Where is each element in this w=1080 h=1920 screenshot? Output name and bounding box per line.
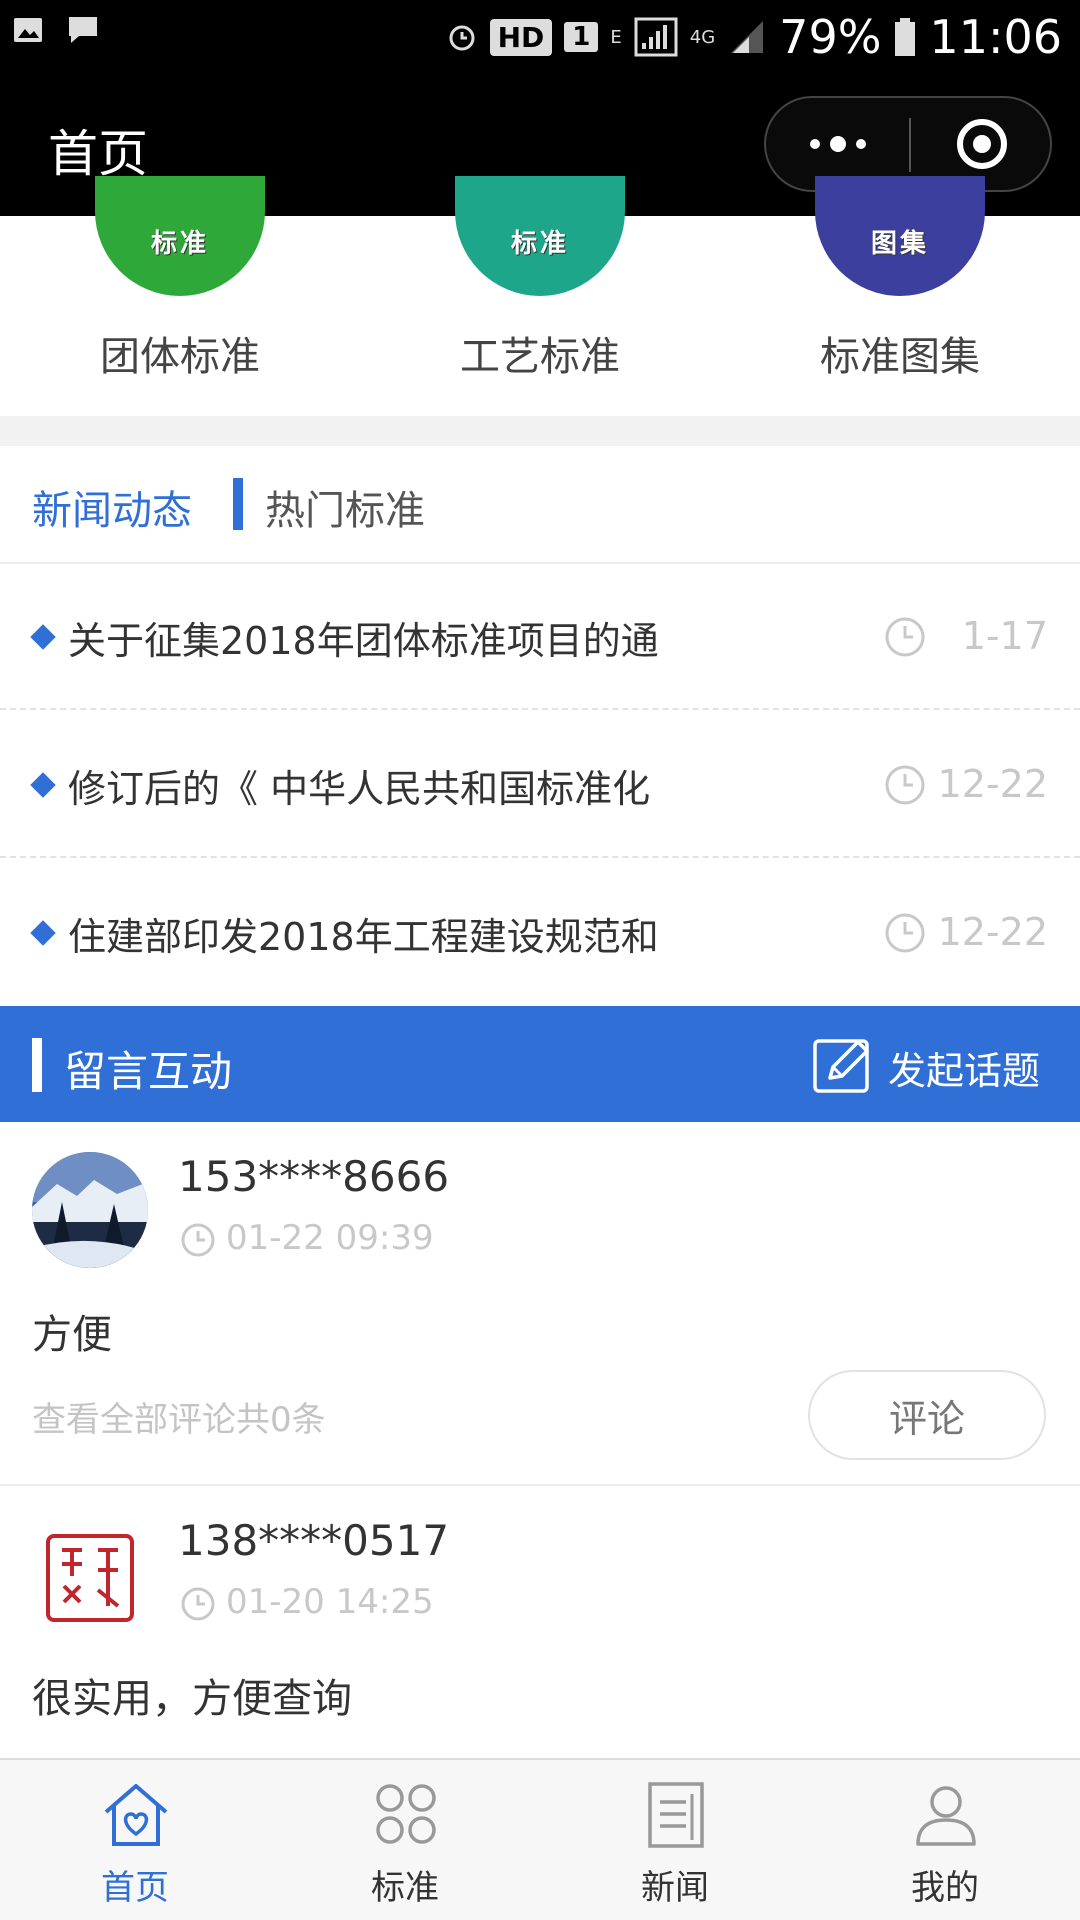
category-label: 工艺标准 <box>460 334 620 380</box>
gallery-icon <box>14 18 42 42</box>
comment-card: 138****0517 01-20 14:25 很实用，方便查询 <box>0 1486 1080 1758</box>
tab-news[interactable]: 新闻动态 <box>32 478 192 536</box>
tab-label: 我的 <box>911 1868 979 1908</box>
message-section-header: 留言互动 发起话题 <box>0 1006 1080 1122</box>
category-icon-text: 标准 <box>510 229 569 259</box>
view-all-comments-link[interactable]: 查看全部评论共0条 <box>32 1392 326 1441</box>
start-topic-label: 发起话题 <box>888 1049 1041 1093</box>
category-icon: 标准 <box>455 176 625 296</box>
more-dots-icon <box>809 136 866 152</box>
message-icon <box>69 17 97 43</box>
alarm-icon <box>449 25 475 51</box>
category-icon-text: 标准 <box>150 229 209 259</box>
network-type-2: 4G <box>689 26 716 48</box>
landscape-avatar-image <box>32 1152 148 1268</box>
hd-badge: HD <box>489 18 553 56</box>
comment-text: 方便 <box>32 1312 112 1358</box>
news-date: 1-17 <box>961 614 1048 658</box>
bullet-icon <box>30 772 56 798</box>
signal-icon-2 <box>731 21 764 53</box>
category-icon: 图集 <box>815 176 985 296</box>
home-icon <box>104 1784 168 1846</box>
news-item[interactable]: 修订后的《 中华人民共和国标准化 12-22 <box>0 712 1080 858</box>
section-accent-bar <box>32 1038 42 1092</box>
comment-button[interactable]: 评论 <box>808 1370 1046 1460</box>
section-title: 留言互动 <box>64 1047 233 1096</box>
tab-standards[interactable]: 标准 <box>270 1760 540 1920</box>
clock-icon <box>181 1587 215 1621</box>
category-label: 团体标准 <box>100 334 260 380</box>
document-icon <box>648 1782 704 1848</box>
news-title: 关于征集2018年团体标准项目的通 <box>68 619 659 663</box>
news-item[interactable]: 关于征集2018年团体标准项目的通 1-17 <box>0 564 1080 710</box>
user-icon <box>916 1786 976 1846</box>
category-process-standard[interactable]: 标准 工艺标准 <box>410 176 670 416</box>
category-icon: 标准 <box>95 176 265 296</box>
comment-card: 153****8666 01-22 09:39 方便 查看全部评论共0条 评论 <box>0 1122 1080 1484</box>
news-tabs: 新闻动态 热门标准 <box>0 446 1080 564</box>
comment-username: 138****0517 <box>178 1516 450 1565</box>
battery-icon <box>895 18 916 56</box>
avatar[interactable] <box>32 1516 148 1632</box>
category-grid: 标准 团体标准 标准 工艺标准 图集 标准图集 <box>0 176 1080 416</box>
tab-mine[interactable]: 我的 <box>810 1760 1080 1920</box>
comment-time: 01-22 09:39 <box>226 1218 434 1258</box>
tab-separator <box>233 478 243 530</box>
grid-icon <box>376 1784 436 1844</box>
tab-label: 标准 <box>371 1868 439 1908</box>
comment-time: 01-20 14:25 <box>226 1582 434 1622</box>
comment-username: 153****8666 <box>178 1152 450 1201</box>
clock-icon <box>885 913 925 953</box>
news-title: 住建部印发2018年工程建设规范和 <box>68 915 659 959</box>
tab-hot-standards[interactable]: 热门标准 <box>265 478 425 536</box>
clock-time: 11:06 <box>929 10 1062 64</box>
signal-icon <box>634 17 678 57</box>
edit-icon <box>813 1039 869 1093</box>
status-bar: HD 1 E 4G 79% 11:06 <box>0 0 1080 72</box>
category-standard-atlas[interactable]: 图集 标准图集 <box>770 176 1030 416</box>
network-type: E <box>610 26 622 48</box>
start-topic-button[interactable]: 发起话题 <box>812 1034 1052 1098</box>
comment-text: 很实用，方便查询 <box>32 1676 352 1722</box>
bottom-tab-bar: 首页 标准 新闻 我的 <box>0 1758 1080 1920</box>
bullet-icon <box>30 920 56 946</box>
news-title: 修订后的《 中华人民共和国标准化 <box>68 767 651 811</box>
tab-label: 新闻 <box>641 1868 709 1908</box>
target-close-icon <box>956 119 1007 169</box>
news-date: 12-22 <box>937 910 1048 954</box>
sim-badge: 1 <box>564 22 599 52</box>
battery-percent: 79% <box>779 10 882 64</box>
seal-avatar-image <box>46 1534 134 1622</box>
category-group-standard[interactable]: 标准 团体标准 <box>50 176 310 416</box>
clock-icon <box>885 765 925 805</box>
news-item[interactable]: 住建部印发2018年工程建设规范和 12-22 <box>0 860 1080 1006</box>
section-gap <box>0 416 1080 446</box>
avatar[interactable] <box>32 1152 148 1268</box>
news-date: 12-22 <box>937 762 1048 806</box>
tab-label: 首页 <box>101 1868 169 1908</box>
category-icon-text: 图集 <box>870 229 929 259</box>
clock-icon <box>885 617 925 657</box>
clock-icon <box>181 1223 215 1257</box>
tab-home[interactable]: 首页 <box>0 1760 270 1920</box>
category-label: 标准图集 <box>820 334 980 380</box>
tab-news-nav[interactable]: 新闻 <box>540 1760 810 1920</box>
bullet-icon <box>30 624 56 650</box>
